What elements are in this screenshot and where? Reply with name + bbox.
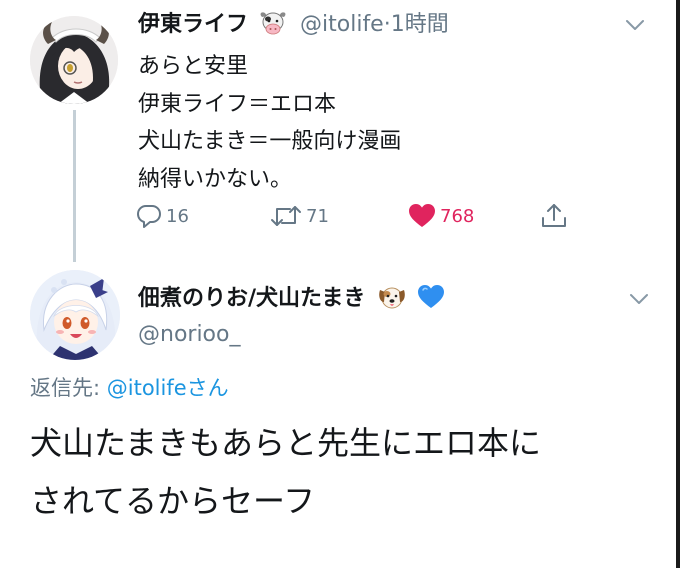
reply-to-line: 返信先: @itolifeさん <box>30 373 229 403</box>
tweet-text-line: されてるからセーフ <box>30 482 316 520</box>
cow-face-icon <box>259 10 287 45</box>
display-name-text: 佃煮のりお/犬山たまき <box>138 286 366 311</box>
timestamp[interactable]: 1時間 <box>391 12 449 37</box>
reply-button[interactable]: 16 <box>136 198 189 234</box>
reply-to-label: 返信先: <box>30 376 107 400</box>
retweet-button[interactable]: 71 <box>270 198 329 234</box>
like-count: 768 <box>440 205 475 227</box>
tweet-text: あらと安里 伊東ライフ＝エロ本 犬山たまき＝一般向け漫画 納得いかない。 <box>138 48 401 198</box>
chevron-down-icon[interactable] <box>628 288 650 310</box>
tweet-text-line: 伊東ライフ＝エロ本 <box>138 91 337 117</box>
retweet-icon <box>270 203 302 229</box>
separator-dot: · <box>383 12 391 37</box>
tweet-text-line: 納得いかない。 <box>138 166 293 192</box>
tweet-text-line: 犬山たまき＝一般向け漫画 <box>138 129 402 154</box>
display-name[interactable]: 伊東ライフ <box>138 12 248 37</box>
chevron-down-icon[interactable] <box>624 14 646 36</box>
tweet-text-line: 犬山たまきもあらと先生にエロ本に <box>30 424 542 462</box>
tweet-itolife[interactable]: 伊東ライフ @itolife·1時間 あらと安里 伊東ライフ＝エロ本 犬山たまき… <box>0 0 676 268</box>
window-edge <box>676 0 680 568</box>
blue-heart-icon <box>417 284 445 319</box>
tweet-text-line: あらと安里 <box>138 54 249 79</box>
share-icon <box>540 202 568 230</box>
thread-connector <box>73 110 76 262</box>
mention-handle[interactable]: @itolife <box>107 376 187 400</box>
mention-suffix[interactable]: さん <box>187 376 229 400</box>
display-name[interactable]: 佃煮のりお/犬山たまき <box>138 284 445 319</box>
avatar-itolife[interactable] <box>30 16 118 104</box>
avatar-norioo[interactable] <box>30 270 120 360</box>
reply-icon <box>136 203 162 229</box>
tweet-actions: 16 71 768 <box>136 198 586 234</box>
handle[interactable]: @itolife <box>300 12 384 37</box>
heart-icon <box>408 203 436 229</box>
share-button[interactable] <box>540 198 568 234</box>
reply-count: 16 <box>166 205 189 227</box>
reply-to-mention[interactable]: @itolifeさん <box>107 376 229 400</box>
retweet-count: 71 <box>306 205 329 227</box>
tweet-text: 犬山たまきもあらと先生にエロ本に されてるからセーフ <box>30 414 541 530</box>
tweet-header: 伊東ライフ @itolife·1時間 <box>138 10 449 45</box>
dog-face-icon <box>377 284 407 319</box>
handle[interactable]: @norioo_ <box>138 320 240 350</box>
like-button[interactable]: 768 <box>408 198 474 234</box>
